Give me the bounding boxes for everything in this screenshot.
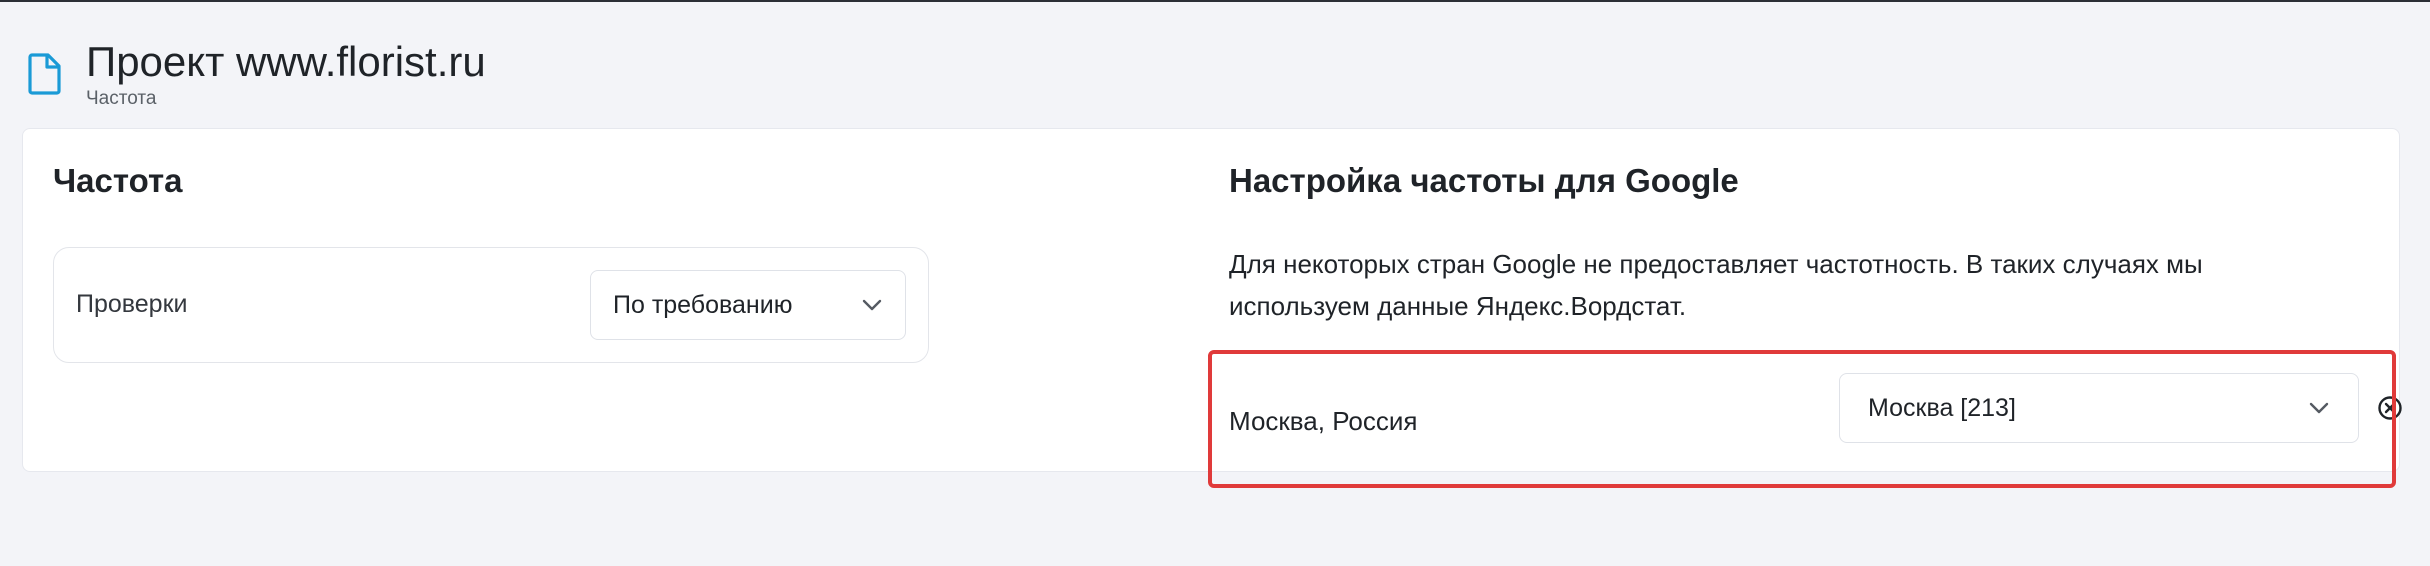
document-icon: [28, 53, 61, 95]
google-frequency-description: Для некоторых стран Google не предоставл…: [1229, 249, 2203, 321]
page-title: Проект www.florist.ru: [86, 38, 486, 85]
region-select-value: Москва [213]: [1868, 394, 2016, 422]
checks-select-value: По требованию: [613, 291, 793, 319]
chevron-down-icon: [2309, 402, 2329, 414]
checks-select[interactable]: По требованию: [590, 270, 906, 340]
region-select[interactable]: Москва [213]: [1839, 373, 2359, 443]
checks-label: Проверки: [76, 290, 188, 318]
frequency-title: Частота: [53, 162, 183, 199]
region-mapping-row: Москва, Россия Москва [213]: [1229, 373, 2402, 469]
remove-mapping-icon[interactable]: [2377, 395, 2403, 421]
page-subtitle: Частота: [86, 88, 157, 109]
region-label: Москва, Россия: [1229, 406, 1418, 436]
frequency-section: Частота: [53, 159, 182, 203]
top-border: [0, 0, 2430, 2]
settings-card: Частота Проверки По требованию Настройка…: [22, 128, 2402, 472]
google-frequency-section: Настройка частоты для Google Для некотор…: [1229, 159, 2369, 321]
google-frequency-title: Настройка частоты для Google: [1229, 162, 1739, 199]
checks-row: Проверки По требованию: [53, 247, 929, 363]
chevron-down-icon: [862, 299, 882, 311]
